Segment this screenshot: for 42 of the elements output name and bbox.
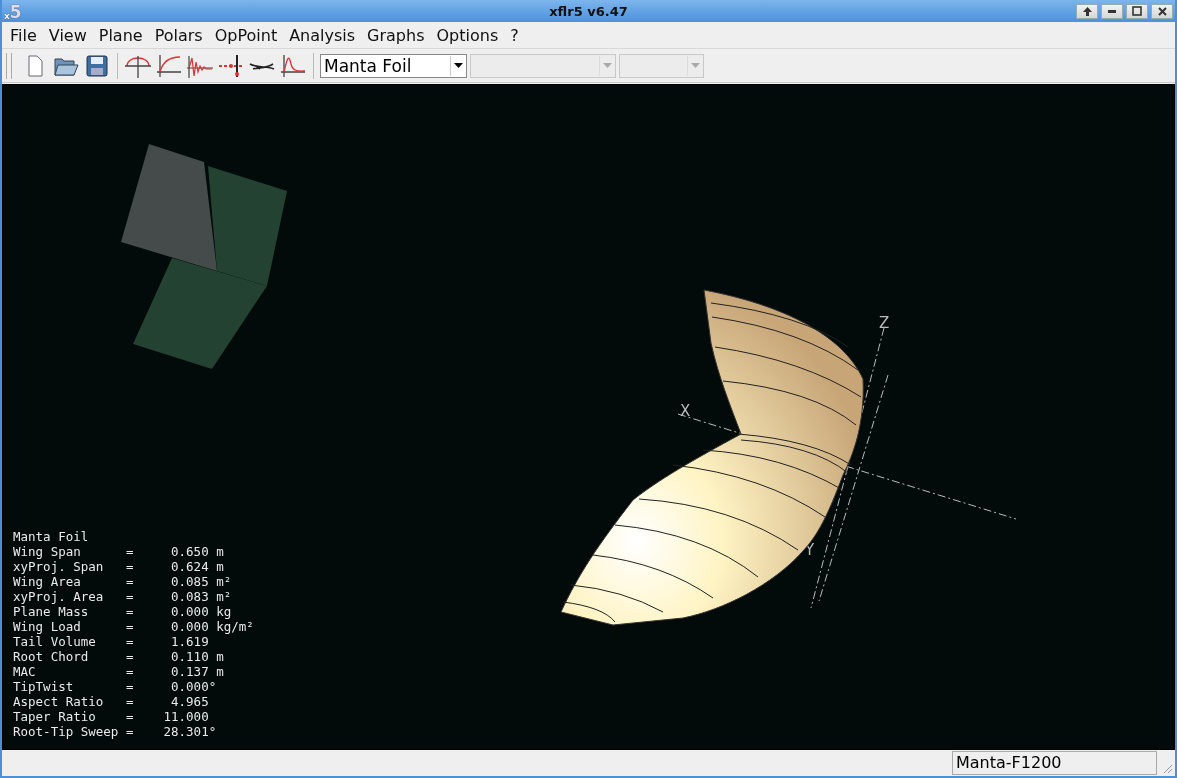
dropdown-arrow-icon (602, 63, 612, 68)
app-logo-icon: x5 (4, 1, 22, 21)
close-button[interactable] (1151, 3, 1173, 19)
info-line: Taper Ratio = 11.000 (13, 708, 210, 724)
info-line: MAC = 0.137 m (13, 663, 225, 679)
maximize-icon (1132, 6, 1142, 16)
menu-item[interactable]: Options (430, 25, 505, 45)
info-line: Plane Mass = 0.000 kg (13, 603, 233, 619)
dropdown-arrow-icon (690, 63, 700, 68)
info-line: xyProj. Area = 0.083 m² (13, 588, 233, 604)
menu-item[interactable]: OpPoint (208, 25, 284, 45)
menu-item[interactable]: File (4, 25, 43, 45)
dropdown-arrow-icon (453, 63, 463, 68)
menu-item[interactable]: Analysis (283, 25, 362, 45)
menu-item[interactable]: View (42, 25, 93, 45)
info-line: Wing Span = 0.650 m (13, 543, 225, 559)
info-line: Aspect Ratio = 4.965 (13, 693, 210, 709)
info-line: Manta Foil (13, 528, 90, 544)
plane-select[interactable]: Manta Foil (320, 53, 467, 78)
minimize-icon (1108, 9, 1116, 13)
keep-above-button[interactable] (1076, 3, 1098, 19)
up-arrow-icon (1082, 6, 1092, 16)
resize-grip-icon[interactable] (1161, 762, 1173, 774)
status-field: Manta-F1200 (952, 750, 1157, 775)
info-line: Tail Volume = 1.619 (13, 633, 210, 649)
close-icon (1157, 6, 1167, 16)
window-title: xflr5 v6.47 (549, 3, 628, 19)
info-line: TipTwist = 0.000° (13, 678, 218, 694)
info-line: Root Chord = 0.110 m (13, 648, 225, 664)
info-line: Wing Area = 0.085 m² (13, 573, 233, 589)
maximize-button[interactable] (1126, 3, 1148, 19)
info-line: Wing Load = 0.000 kg/m² (13, 618, 254, 634)
minimize-button[interactable] (1101, 3, 1123, 19)
menu-item[interactable]: ? (504, 25, 525, 45)
3d-view[interactable] (2, 83, 1175, 750)
info-line: xyProj. Span = 0.624 m (13, 558, 225, 574)
info-line: Root-Tip Sweep = 28.301° (13, 723, 218, 739)
z-axis-label: Z (879, 313, 890, 332)
menu-item[interactable]: Polars (148, 25, 209, 45)
x-axis-label: X (680, 401, 691, 420)
menu-item[interactable]: Graphs (361, 25, 431, 45)
menu-item[interactable]: Plane (92, 25, 149, 45)
